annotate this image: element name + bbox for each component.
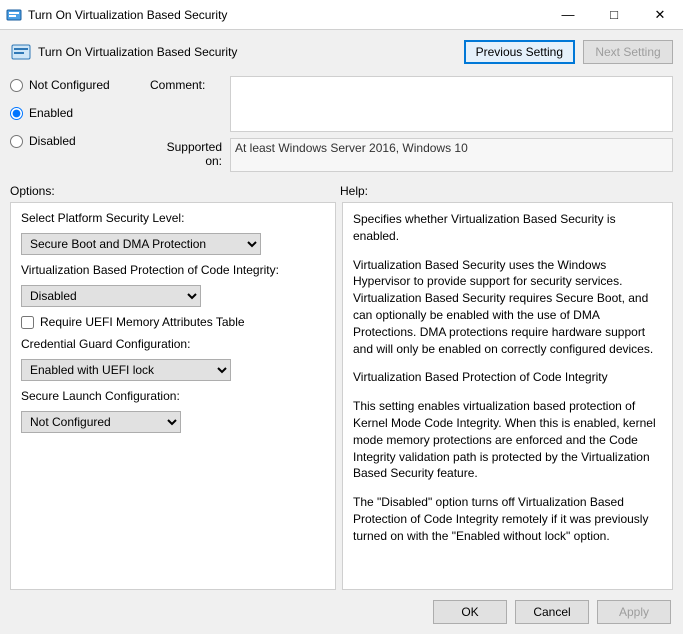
ok-button[interactable]: OK [433, 600, 507, 624]
dialog-footer: OK Cancel Apply [0, 590, 683, 634]
next-setting-button[interactable]: Next Setting [583, 40, 673, 64]
policy-icon [10, 41, 32, 63]
secure-launch-select[interactable]: Not Configured [21, 411, 181, 433]
comment-label: Comment: [150, 76, 230, 92]
help-text: The "Disabled" option turns off Virtuali… [353, 494, 662, 544]
titlebar: Turn On Virtualization Based Security — … [0, 0, 683, 30]
help-text: Virtualization Based Protection of Code … [353, 369, 662, 386]
help-text: Virtualization Based Security uses the W… [353, 257, 662, 358]
window-buttons: — □ ✕ [545, 0, 683, 29]
radio-disabled-label: Disabled [29, 134, 76, 148]
minimize-button[interactable]: — [545, 0, 591, 29]
pane-labels: Options: Help: [0, 176, 683, 202]
supported-on-field: At least Windows Server 2016, Windows 10 [230, 138, 673, 172]
radio-disabled[interactable]: Disabled [10, 134, 150, 148]
options-pane: Select Platform Security Level: Secure B… [10, 202, 336, 590]
help-text: Specifies whether Virtualization Based S… [353, 211, 662, 245]
vbpci-select[interactable]: Disabled [21, 285, 201, 307]
cancel-button[interactable]: Cancel [515, 600, 589, 624]
platform-security-label: Select Platform Security Level: [21, 211, 325, 225]
policy-header: Turn On Virtualization Based Security Pr… [0, 30, 683, 68]
policy-app-icon [6, 7, 22, 23]
help-text: This setting enables virtualization base… [353, 398, 662, 482]
window-title: Turn On Virtualization Based Security [28, 8, 545, 22]
credential-guard-select[interactable]: Enabled with UEFI lock [21, 359, 231, 381]
radio-enabled[interactable]: Enabled [10, 106, 150, 120]
secure-launch-label: Secure Launch Configuration: [21, 389, 325, 403]
supported-label: Supported on: [150, 138, 230, 168]
radio-not-configured-label: Not Configured [29, 78, 110, 92]
apply-button[interactable]: Apply [597, 600, 671, 624]
options-label: Options: [10, 184, 340, 198]
help-pane[interactable]: Specifies whether Virtualization Based S… [342, 202, 673, 590]
close-button[interactable]: ✕ [637, 0, 683, 29]
credential-guard-label: Credential Guard Configuration: [21, 337, 325, 351]
comment-input[interactable] [230, 76, 673, 132]
upper-section: Not Configured Enabled Disabled Comment:… [0, 68, 683, 176]
panes-container: Select Platform Security Level: Secure B… [0, 202, 683, 590]
uefi-mat-checkbox[interactable] [21, 316, 34, 329]
dialog-content: Turn On Virtualization Based Security Pr… [0, 30, 683, 634]
uefi-mat-checkbox-row[interactable]: Require UEFI Memory Attributes Table [21, 315, 325, 329]
policy-title: Turn On Virtualization Based Security [38, 45, 456, 59]
radio-disabled-input[interactable] [10, 135, 23, 148]
radio-enabled-label: Enabled [29, 106, 73, 120]
help-label: Help: [340, 184, 368, 198]
radio-not-configured[interactable]: Not Configured [10, 78, 150, 92]
platform-security-select[interactable]: Secure Boot and DMA Protection [21, 233, 261, 255]
vbpci-label: Virtualization Based Protection of Code … [21, 263, 325, 277]
radio-enabled-input[interactable] [10, 107, 23, 120]
uefi-mat-label: Require UEFI Memory Attributes Table [40, 315, 245, 329]
previous-setting-button[interactable]: Previous Setting [464, 40, 575, 64]
radio-not-configured-input[interactable] [10, 79, 23, 92]
maximize-button[interactable]: □ [591, 0, 637, 29]
